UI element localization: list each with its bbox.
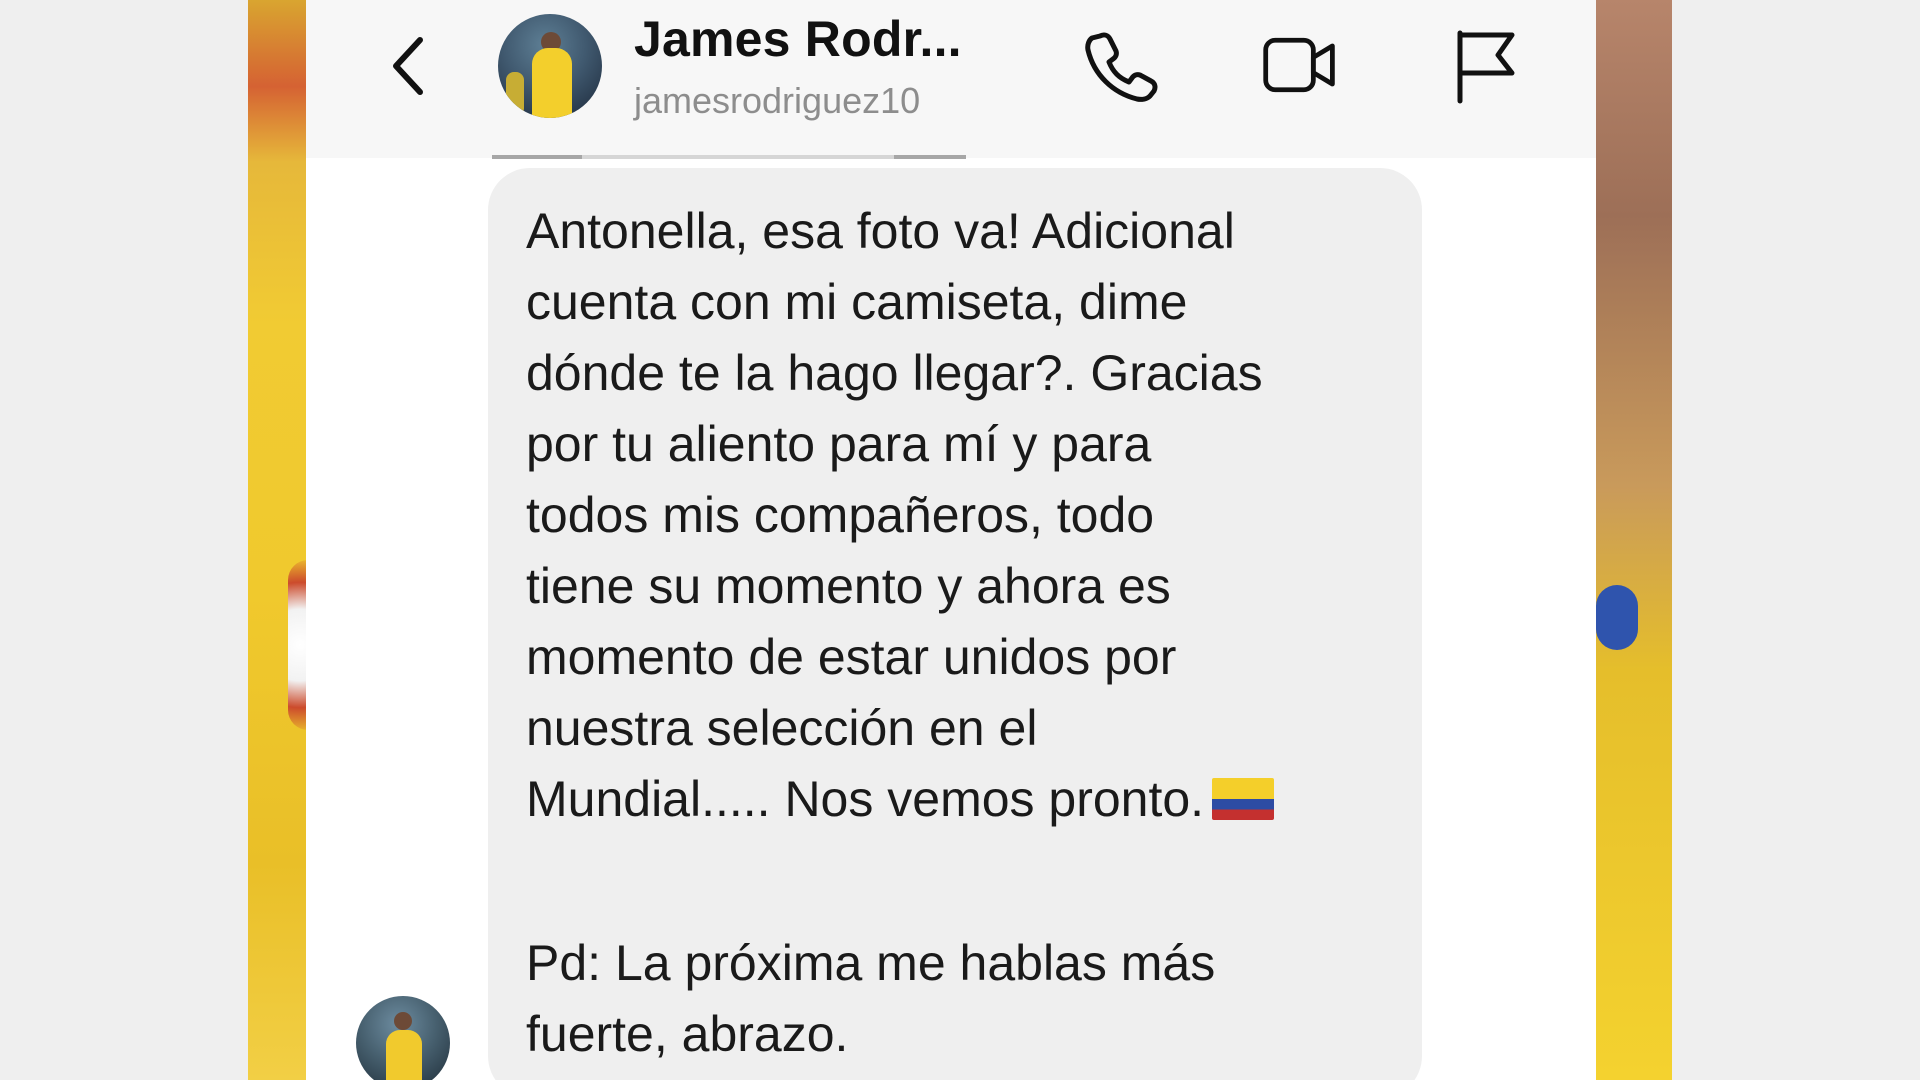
video-call-button[interactable] [1260,25,1340,105]
message-postscript: Pd: La próxima me hablas más fuerte, abr… [526,935,1216,1062]
colombia-flag-emoji: 🇨🇴 [1212,778,1275,820]
header-divider-segment [894,155,966,159]
header-divider [492,155,966,159]
back-button[interactable] [378,30,438,102]
sender-avatar[interactable] [356,996,450,1080]
message-bubble[interactable]: Antonella, esa foto va! Adicional cuenta… [488,168,1422,1080]
sender-avatar-head [394,1012,412,1030]
message-text: Antonella, esa foto va! Adicional cuenta… [526,196,1386,835]
sender-avatar-figure [386,1030,422,1080]
background-photo-left [248,0,328,1080]
call-button[interactable] [1080,25,1160,105]
video-camera-icon [1263,37,1335,93]
report-button[interactable] [1446,25,1526,105]
chat-panel: James Rodr... jamesrodriguez10 Antonella… [306,0,1596,1080]
chat-header: James Rodr... jamesrodriguez10 [306,0,1596,159]
header-divider-segment [492,155,582,159]
avatar-figure [532,48,572,118]
avatar[interactable] [498,14,602,118]
flag-icon [1457,30,1515,104]
avatar-side-figure [506,72,524,116]
phone-icon [1085,32,1158,102]
chevron-left-icon [393,37,423,95]
contact-username[interactable]: jamesrodriguez10 [634,80,920,122]
background-photo-right [1596,0,1672,1080]
contact-name[interactable]: James Rodr... [634,10,962,68]
message-body: Antonella, esa foto va! Adicional cuenta… [526,203,1263,827]
screenshot-stage: James Rodr... jamesrodriguez10 Antonella… [0,0,1920,1080]
